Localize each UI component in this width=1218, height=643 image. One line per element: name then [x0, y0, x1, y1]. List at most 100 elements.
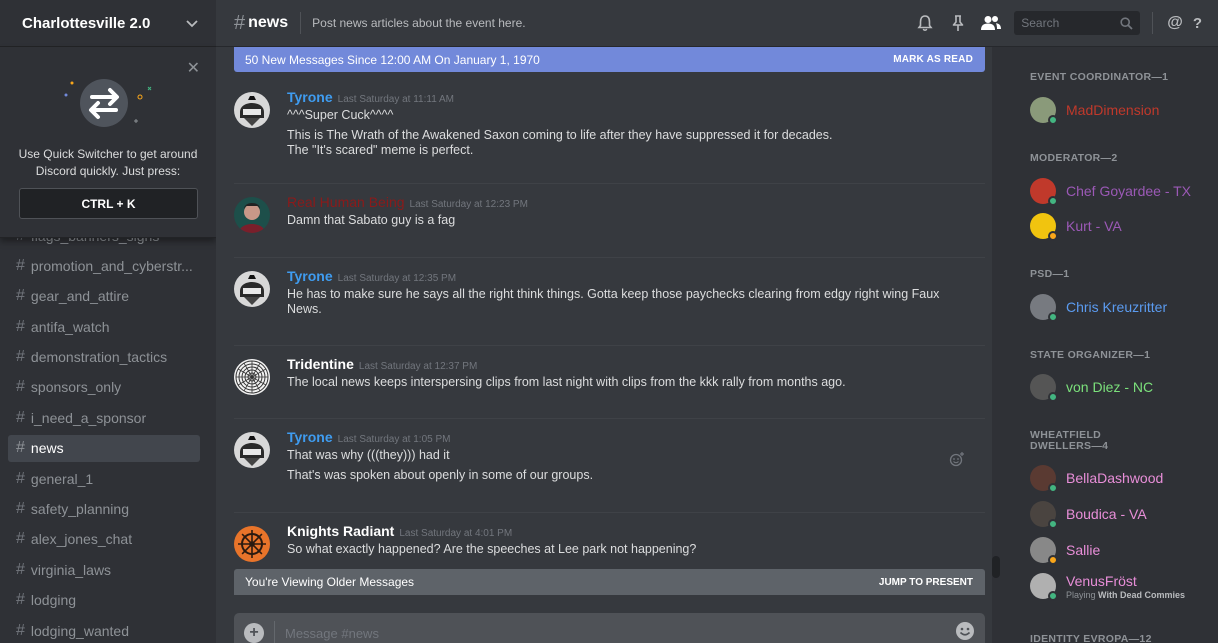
message-author[interactable]: Tyrone	[287, 89, 333, 105]
member-item[interactable]: von Diez - NC	[1030, 372, 1210, 402]
message-header: Tyrone Last Saturday at 1:05 PM	[287, 429, 450, 445]
message-timestamp: Last Saturday at 1:05 PM	[337, 434, 451, 445]
message-group: Tyrone Last Saturday at 11:11 AM ^^^Super …	[234, 89, 985, 184]
chevron-down-icon[interactable]	[186, 16, 198, 31]
server-header[interactable]: Charlottesville 2.0	[0, 0, 216, 47]
bell-icon[interactable]	[912, 10, 938, 36]
message-header: Knights Radiant Last Saturday at 4:01 PM	[287, 523, 512, 539]
member-info: VenusFröst Playing With Dead Commies	[1066, 573, 1185, 600]
role-header: EVENT COORDINATOR—1	[1030, 71, 1169, 83]
message-composer: +	[234, 613, 985, 643]
mentions-icon[interactable]: @	[1167, 14, 1183, 32]
channel-item-general-1[interactable]: # general_1	[8, 465, 200, 492]
composer-divider	[274, 621, 275, 643]
close-icon[interactable]: ✕	[187, 58, 200, 78]
channel-item-news[interactable]: # news	[8, 434, 200, 462]
message-group: Real Human Being Last Saturday at 12:23 P…	[234, 194, 985, 258]
chat-scrollbar[interactable]	[992, 47, 1002, 643]
channel-name: alex_jones_chat	[30, 531, 133, 548]
channel-item-sponsors-only[interactable]: # sponsors_only	[8, 374, 200, 401]
channel-hash-icon: #	[234, 11, 246, 34]
mark-as-read-button[interactable]: MARK AS READ	[893, 54, 973, 65]
member-item[interactable]: BellaDashwood	[1030, 463, 1210, 493]
member-item[interactable]: Kurt - VA	[1030, 211, 1210, 241]
message-timestamp: Last Saturday at 11:11 AM	[337, 94, 455, 105]
channel-hash-icon: #	[16, 560, 25, 578]
member-item[interactable]: Boudica - VA	[1030, 499, 1210, 529]
channel-item-safety-planning[interactable]: # safety_planning	[8, 496, 200, 523]
channel-hash-icon: #	[16, 439, 25, 457]
quick-switcher-icon	[64, 79, 152, 127]
member-name: Chef Goyardee - TX	[1066, 183, 1192, 199]
channel-item-i-need-a-sponsor[interactable]: # i_need_a_sponsor	[8, 404, 200, 431]
emoji-icon[interactable]	[955, 621, 975, 643]
channel-hash-icon: #	[16, 408, 25, 426]
member-info: Kurt - VA	[1066, 218, 1122, 234]
message-header: Tyrone Last Saturday at 12:35 PM	[287, 268, 456, 284]
avatar[interactable]	[234, 271, 270, 307]
message-author[interactable]: Tyrone	[287, 268, 333, 284]
search-input[interactable]: Search	[1014, 11, 1141, 35]
older-messages-bar: You're Viewing Older Messages JUMP TO PR…	[234, 569, 985, 595]
member-item[interactable]: Chef Goyardee - TX	[1030, 176, 1210, 206]
member-item[interactable]: Chris Kreuzritter	[1030, 292, 1210, 322]
channel-item-virginia-laws[interactable]: # virginia_laws	[8, 556, 200, 583]
channel-hash-icon: #	[16, 621, 25, 639]
channel-item-alex-jones-chat[interactable]: # alex_jones_chat	[8, 526, 200, 553]
avatar[interactable]	[234, 197, 270, 233]
member-item[interactable]: MadDimension	[1030, 95, 1210, 125]
channel-item-antifa-watch[interactable]: # antifa_watch	[8, 313, 200, 340]
members-icon[interactable]	[978, 10, 1004, 36]
message-text: That was why (((they))) had it	[287, 448, 450, 462]
message-text: The "It's scared" meme is perfect.	[287, 143, 474, 157]
search-placeholder: Search	[1021, 16, 1060, 30]
message-group: Tyrone Last Saturday at 1:05 PM That was w…	[234, 429, 985, 513]
avatar[interactable]	[234, 526, 270, 562]
chat-scrollbar-thumb[interactable]	[992, 556, 1000, 578]
channel-item-gear-and-attire[interactable]: # gear_and_attire	[8, 283, 200, 310]
quick-switcher-text: Use Quick Switcher to get around Discord…	[18, 147, 198, 178]
channel-item-lodging-wanted[interactable]: # lodging_wanted	[8, 617, 200, 643]
header-divider	[300, 12, 302, 34]
member-name: BellaDashwood	[1066, 470, 1164, 486]
channel-item-lodging[interactable]: # lodging	[8, 587, 200, 614]
message-author[interactable]: Real Human Being	[287, 194, 405, 210]
avatar[interactable]	[234, 432, 270, 468]
message-author[interactable]: Tyrone	[287, 429, 333, 445]
member-info: Chris Kreuzritter	[1066, 299, 1167, 315]
message-header: Real Human Being Last Saturday at 12:23 P…	[287, 194, 528, 210]
avatar	[1030, 537, 1058, 565]
channel-title: news	[248, 14, 289, 31]
toolbar-divider	[1152, 12, 1154, 34]
message-header: Tridentine Last Saturday at 12:37 PM	[287, 356, 477, 372]
channel-name: antifa_watch	[30, 318, 110, 335]
member-item[interactable]: Sallie	[1030, 535, 1210, 565]
pin-icon[interactable]	[945, 10, 971, 36]
channel-name: i_need_a_sponsor	[30, 409, 147, 426]
channel-hash-icon: #	[16, 348, 25, 366]
message-author[interactable]: Knights Radiant	[287, 523, 394, 539]
channel-name: sponsors_only	[30, 379, 122, 396]
upload-plus-icon[interactable]: +	[244, 623, 264, 643]
member-info: Chef Goyardee - TX	[1066, 183, 1191, 199]
message-author[interactable]: Tridentine	[287, 356, 354, 372]
new-messages-bar[interactable]: 50 New Messages Since 12:00 AM On Januar…	[234, 47, 985, 72]
message-text: ^^^Super Cuck^^^^	[287, 108, 394, 122]
add-reaction-icon[interactable]	[949, 451, 965, 472]
jump-to-present-button[interactable]: JUMP TO PRESENT	[879, 577, 973, 588]
message-group: Tridentine Last Saturday at 12:37 PM The l…	[234, 356, 985, 419]
member-item[interactable]: VenusFröst Playing With Dead Commies	[1030, 571, 1210, 601]
member-name: MadDimension	[1066, 102, 1160, 118]
help-icon[interactable]: ?	[1193, 15, 1202, 32]
avatar[interactable]	[234, 92, 270, 128]
avatar[interactable]	[234, 359, 270, 395]
channel-item-demonstration-tactics[interactable]: # demonstration_tactics	[8, 344, 200, 371]
status-dot-icon	[1048, 483, 1058, 493]
channel-item-promotion-and-cyberstr[interactable]: # promotion_and_cyberstr...	[8, 252, 200, 279]
channel-topic: Post news articles about the event here.	[312, 16, 526, 30]
message-input[interactable]	[285, 625, 955, 641]
member-activity: Playing With Dead Commies	[1066, 590, 1185, 600]
avatar	[1030, 178, 1058, 206]
quick-switcher-popup: ✕ Use Quick Switcher to get around Disco…	[0, 47, 216, 238]
message-area: Tyrone Last Saturday at 11:11 AM ^^^Super …	[216, 47, 1002, 643]
